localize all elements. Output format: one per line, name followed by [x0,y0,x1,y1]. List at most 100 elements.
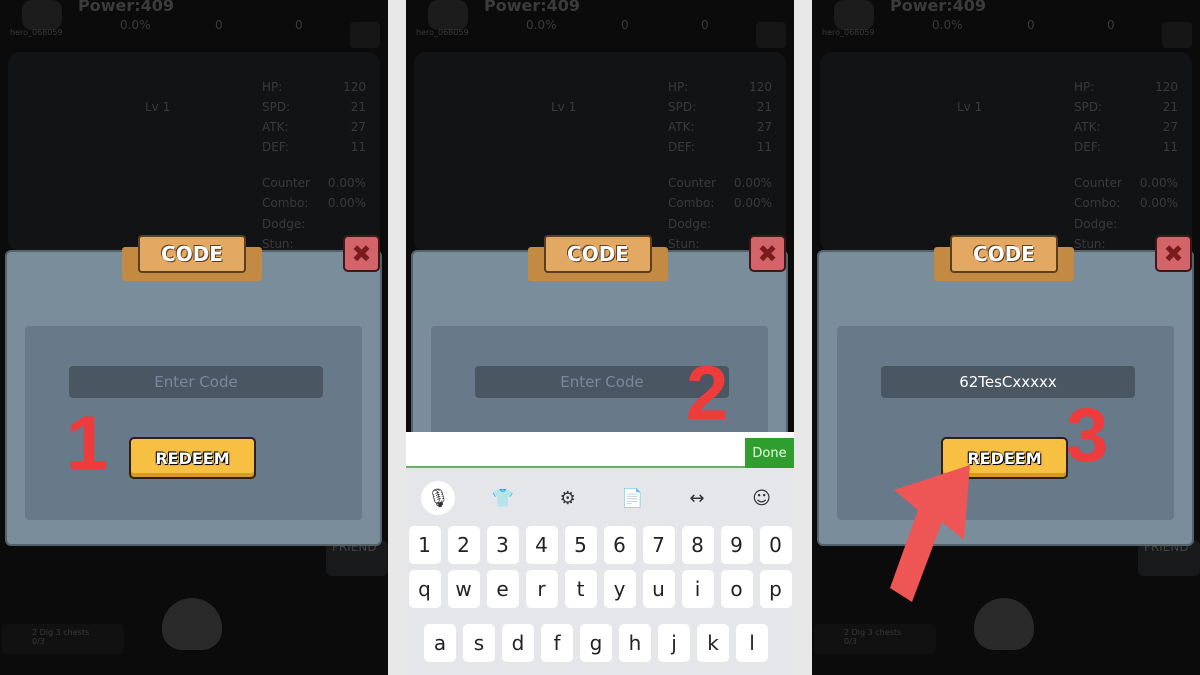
stat-value: 0.00% [327,196,366,210]
stat-row: Counter 0.00% [668,176,772,190]
stat-row: ATK: 27 [668,120,772,134]
stat-row: ATK: 27 [262,120,366,134]
clipboard-icon[interactable]: 📄 [615,481,649,515]
keyboard-input-bar[interactable] [406,432,794,468]
key-5[interactable]: 5 [564,526,597,564]
step-number: 2 [686,351,729,436]
stat-label: DEF: [262,140,289,154]
key-w[interactable]: w [447,570,480,608]
key-s[interactable]: s [463,624,495,662]
power-label: Power:409 [78,0,175,15]
dialog-title: CODE [138,235,246,273]
stat-value: 27 [756,120,772,134]
key-l[interactable]: l [736,624,768,662]
close-button[interactable]: ✖ [343,235,380,272]
key-1[interactable]: 1 [408,526,441,564]
stat-label: Combo: [262,196,309,210]
stat-row: DEF: 11 [262,140,366,154]
key-e[interactable]: e [486,570,519,608]
key-y[interactable]: y [603,570,636,608]
skeleton-character [162,598,222,650]
menu-button[interactable] [756,22,786,48]
microphone-icon[interactable]: 🎙 [421,481,456,515]
stat-label: Counter [262,176,310,190]
key-4[interactable]: 4 [525,526,558,564]
close-button[interactable]: ✖ [749,235,786,272]
gold-count: 0 [215,18,223,32]
tshirt-icon[interactable]: 👕 [486,481,520,515]
done-button[interactable]: Done [745,438,794,468]
gem-count: 0 [295,18,303,32]
key-i[interactable]: i [681,570,714,608]
key-h[interactable]: h [619,624,651,662]
rate-label: 0.0% [526,18,557,32]
stat-label: Combo: [668,196,715,210]
stat-label: SPD: [668,100,697,114]
stat-row: Combo: 0.00% [262,196,366,210]
key-9[interactable]: 9 [720,526,753,564]
code-dialog: Enter Code REDEEM [5,250,382,546]
keyboard-row: qwertyuiop [406,570,794,608]
quest-text: 2 Dig 3 chests [32,628,90,637]
key-3[interactable]: 3 [486,526,519,564]
gold-count: 0 [621,18,629,32]
redeem-button[interactable]: REDEEM [129,437,256,479]
stat-row: Combo: 0.00% [668,196,772,210]
stat-row: HP: 120 [668,80,772,94]
stat-value: 120 [343,80,366,94]
hero-level: Lv 1 [551,100,577,114]
stat-label: DEF: [668,140,695,154]
stat-value: 11 [350,140,366,154]
key-a[interactable]: a [424,624,456,662]
hero-level: Lv 1 [145,100,171,114]
key-q[interactable]: q [408,570,441,608]
panel-step-1: Power:409 hero_068059 0.0% 0 0 Lv 1 HP: 120 SPD:… [0,0,388,675]
stat-value: 0.00% [733,176,772,190]
close-x-icon: ✖ [757,239,778,268]
stat-value: 0.00% [733,196,772,210]
emoji-icon[interactable]: ☺ [745,481,779,515]
quest-item[interactable]: 2 Dig 3 chests0/3 [2,624,124,654]
stat-row: SPD: 21 [668,100,772,114]
hero-avatar[interactable] [428,0,468,30]
key-o[interactable]: o [720,570,753,608]
key-8[interactable]: 8 [681,526,714,564]
key-t[interactable]: t [564,570,597,608]
key-u[interactable]: u [642,570,675,608]
hero-id: hero_068059 [416,28,469,37]
stat-label: HP: [262,80,283,94]
stat-row: Dodge: [262,217,366,231]
stat-label: HP: [668,80,689,94]
stat-label: Dodge: [668,217,712,231]
key-r[interactable]: r [525,570,558,608]
stat-value: 120 [749,80,772,94]
key-g[interactable]: g [580,624,612,662]
key-6[interactable]: 6 [603,526,636,564]
panel-step-2: Power:409 hero_068059 0.0% 0 0 Lv 1 HP: 120 SPD:… [406,0,794,675]
stat-label: Dodge: [262,217,306,231]
key-2[interactable]: 2 [447,526,480,564]
stat-label: ATK: [668,120,695,134]
close-x-icon: ✖ [351,239,372,268]
pointer-arrow-icon [890,465,970,602]
key-p[interactable]: p [759,570,792,608]
menu-button[interactable] [350,22,380,48]
cursor-move-icon[interactable]: ↔ [680,481,714,515]
stat-value: 21 [350,100,366,114]
key-d[interactable]: d [502,624,534,662]
code-input[interactable]: Enter Code [69,366,323,398]
stat-value: 0.00% [327,176,366,190]
stat-row: Counter 0.00% [262,176,366,190]
key-0[interactable]: 0 [759,526,792,564]
key-k[interactable]: k [697,624,729,662]
hero-avatar[interactable] [22,0,62,30]
stat-row: SPD: 21 [262,100,366,114]
key-j[interactable]: j [658,624,690,662]
gear-icon[interactable]: ⚙ [551,481,585,515]
arrow-shape [890,465,970,602]
key-f[interactable]: f [541,624,573,662]
stat-label: ATK: [262,120,289,134]
quest-progress: 0/3 [32,637,45,646]
step-number: 1 [66,401,109,486]
key-7[interactable]: 7 [642,526,675,564]
